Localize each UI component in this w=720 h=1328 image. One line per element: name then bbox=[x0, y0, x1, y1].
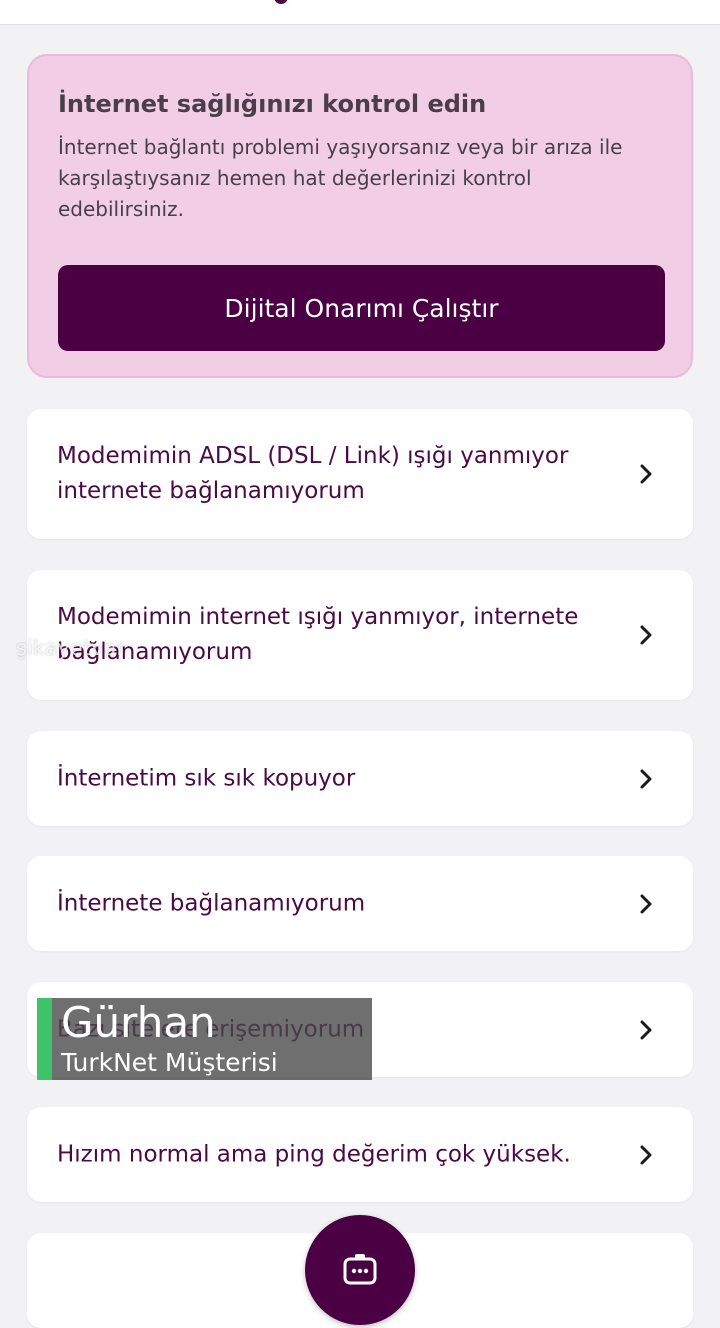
caption-name: Gürhan bbox=[61, 998, 216, 1047]
watermark-text: şikayetvar bbox=[16, 636, 125, 660]
issue-item-label: Hızım normal ama ping değerim çok yüksek… bbox=[57, 1141, 571, 1167]
issue-item-label: Modemimin internet ışığı yanmıyor, inter… bbox=[57, 604, 579, 665]
issue-item-label: İnternete bağlanamıyorum bbox=[57, 890, 366, 916]
header-indicator bbox=[274, 0, 288, 4]
internet-health-card: İnternet sağlığınızı kontrol edin İntern… bbox=[27, 54, 693, 378]
chevron-right-icon bbox=[640, 625, 652, 645]
chevron-right-icon bbox=[640, 894, 652, 913]
caption-accent-bar bbox=[37, 998, 52, 1080]
chevron-right-icon bbox=[640, 769, 652, 788]
chevron-right-icon bbox=[640, 464, 652, 484]
chat-fab-button[interactable] bbox=[305, 1215, 415, 1325]
top-header-bar bbox=[0, 0, 720, 25]
video-caption-overlay: Gürhan TurkNet Müşterisi bbox=[37, 998, 372, 1080]
chat-bot-icon bbox=[343, 1254, 377, 1285]
health-card-description: İnternet bağlantı problemi yaşıyorsanız … bbox=[58, 135, 623, 221]
issue-item-cannot-connect[interactable]: İnternete bağlanamıyorum bbox=[27, 856, 693, 951]
issue-item-high-ping[interactable]: Hızım normal ama ping değerim çok yüksek… bbox=[27, 1107, 693, 1202]
chevron-right-icon bbox=[640, 1145, 652, 1164]
run-digital-repair-button[interactable]: Dijital Onarımı Çalıştır bbox=[58, 265, 665, 351]
health-card-title: İnternet sağlığınızı kontrol edin bbox=[58, 90, 487, 118]
issue-item-frequent-disconnect[interactable]: İnternetim sık sık kopuyor bbox=[27, 731, 693, 826]
issue-item-label: İnternetim sık sık kopuyor bbox=[57, 765, 356, 791]
issue-item-internet-light[interactable]: Modemimin internet ışığı yanmıyor, inter… bbox=[27, 570, 693, 700]
chevron-right-icon bbox=[640, 1020, 652, 1039]
caption-role: TurkNet Müşterisi bbox=[61, 1048, 278, 1077]
issue-item-adsl-light[interactable]: Modemimin ADSL (DSL / Link) ışığı yanmıy… bbox=[27, 409, 693, 539]
issue-item-label: Modemimin ADSL (DSL / Link) ışığı yanmıy… bbox=[57, 443, 569, 504]
